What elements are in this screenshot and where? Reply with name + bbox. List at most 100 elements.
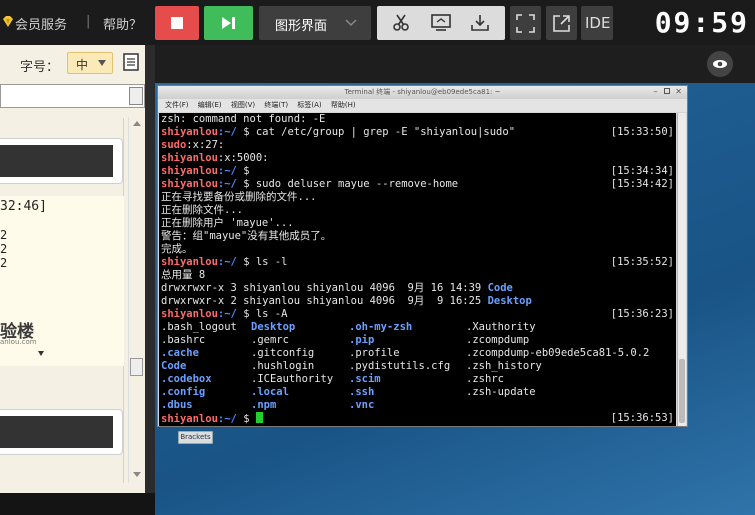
output-text: :x:5000: — [217, 152, 269, 164]
terminal-line: shiyanlou:x:5000: — [159, 152, 676, 165]
directory-name: Code — [487, 282, 513, 294]
terminal-line: 总用量 8 — [159, 269, 676, 282]
ls-row: .cache .gitconfig .profile .zcompdump-eb09e… — [159, 347, 676, 360]
gui-mode-dropdown[interactable]: 图形界面 — [259, 6, 371, 40]
help-link[interactable]: 帮助？ — [103, 14, 142, 33]
panel-divider[interactable] — [145, 45, 155, 493]
output-line-3: 2 — [0, 256, 8, 270]
directory-name: Desktop — [487, 295, 532, 307]
terminal-scrollbar[interactable] — [677, 113, 686, 426]
menu-view[interactable]: 视图(V) — [231, 101, 255, 109]
scroll-down-icon[interactable] — [133, 472, 141, 477]
menu-terminal[interactable]: 终端(T) — [264, 101, 288, 109]
font-size-label: 字号： — [20, 60, 60, 75]
timestamp: [15:35:52] — [610, 256, 674, 268]
terminal-titlebar[interactable]: Terminal 终端 - shiyanlou@eb09ede5ca81: ~ … — [158, 86, 687, 99]
ide-button[interactable]: IDE — [581, 6, 613, 40]
terminal-line: drwxrwxr-x 3 shiyanlou shiyanlou 4096 9月… — [159, 282, 676, 295]
terminal-line: 正在删除用户 'mayue'... — [159, 217, 676, 230]
instruction-panel: 字号： 中 32:46] 2 2 2 验楼 anlou.com — [0, 45, 155, 493]
terminal-scroll-thumb[interactable] — [679, 359, 685, 423]
vip-service-link[interactable]: 会员服务 — [15, 14, 67, 33]
output-text: 警告：组"mayue"没有其他成员了。 — [161, 230, 332, 242]
menu-file[interactable]: 文件(F) — [165, 101, 189, 109]
ls-file: .Xauthority — [466, 321, 536, 333]
menu-help[interactable]: 帮助(H) — [331, 101, 356, 109]
ls-directory: .config — [161, 386, 206, 398]
view-toggle-button[interactable] — [707, 51, 733, 77]
ls-file: .gemrc — [251, 334, 289, 346]
command-input-2[interactable] — [0, 416, 113, 448]
prompt-user: shiyanlou — [161, 178, 218, 190]
output-text: zsh: command not found: -E — [161, 113, 326, 125]
top-toolbar: 会员服务 | 帮助？ 图形界面 IDE 09:59 — [0, 0, 755, 45]
terminal-menubar: 文件(F) 编辑(E) 视图(V) 终端(T) 标签(A) 帮助(H) — [158, 99, 687, 112]
open-new-window-button[interactable] — [546, 6, 577, 40]
select-chevron-icon — [129, 87, 143, 105]
document-icon[interactable] — [123, 53, 139, 71]
font-size-chevron-icon — [98, 60, 106, 66]
prompt-path: :~/ — [217, 256, 237, 268]
separator: | — [86, 14, 91, 29]
prompt-user: shiyanlou — [161, 126, 218, 138]
menu-tabs[interactable]: 标签(A) — [297, 101, 321, 109]
font-size-bar: 字号： 中 — [0, 45, 155, 83]
prompt-path: :~/ — [217, 165, 237, 177]
timestamp: [15:36:23] — [610, 308, 674, 320]
cut-icon[interactable] — [392, 14, 410, 32]
output-text: 正在删除用户 'mayue'... — [161, 217, 294, 229]
panel-scrollbar[interactable] — [128, 117, 144, 483]
ls-file: .zshrc — [466, 373, 504, 385]
command-text: $ ls -A — [236, 308, 288, 320]
ls-file: .ICEauthority — [251, 373, 334, 385]
external-link-icon — [553, 15, 570, 32]
scroll-up-icon[interactable] — [133, 121, 141, 126]
output-line-2: 2 — [0, 242, 8, 256]
maximize-icon[interactable] — [664, 88, 670, 94]
ls-file: .zsh-update — [466, 386, 536, 398]
terminal-title: Terminal 终端 - shiyanlou@eb09ede5ca81: ~ — [344, 88, 501, 96]
select-box[interactable] — [0, 84, 145, 108]
screen-share-icon[interactable] — [431, 14, 451, 32]
font-size-select[interactable]: 中 — [67, 52, 113, 74]
brackets-desktop-icon[interactable]: Brackets — [178, 431, 213, 444]
clipboard-toolbar — [377, 6, 505, 40]
ls-file: .profile — [349, 347, 400, 359]
ls-file: .zsh_history — [466, 360, 542, 372]
current-prompt[interactable]: shiyanlou:~/ $ [15:36:53] — [159, 412, 676, 425]
stop-button[interactable] — [155, 6, 199, 40]
ls-row: Code .hushlogin .pydistutils.cfg .zsh_histo… — [159, 360, 676, 373]
command-text: $ cat /etc/group | grep -E "shiyanlou|su… — [236, 126, 516, 138]
prompt-user: shiyanlou — [161, 165, 218, 177]
countdown-clock: 09:59 — [654, 6, 749, 39]
next-step-button[interactable] — [204, 6, 253, 40]
terminal-output[interactable]: zsh: command not found: -E shiyanlou:~/ $… — [159, 113, 676, 426]
menu-edit[interactable]: 编辑(E) — [198, 101, 222, 109]
terminal-window[interactable]: Terminal 终端 - shiyanlou@eb09ede5ca81: ~ … — [157, 85, 688, 427]
ls-directory: .pip — [349, 334, 375, 346]
timestamp: [15:34:42] — [610, 178, 674, 190]
minimize-icon[interactable]: – — [652, 88, 659, 96]
prompt-path: :~/ — [217, 126, 237, 138]
download-icon[interactable] — [471, 14, 489, 32]
ls-file: .gitconfig — [251, 347, 315, 359]
ls-row: .bash_logout Desktop .oh-my-zsh .Xauthority — [159, 321, 676, 334]
workspace: 会员服务 | 帮助？ 图形界面 IDE 09:59 字号： 中 32:46] 2… — [0, 0, 755, 515]
output-line-1: 2 — [0, 228, 8, 242]
logo-url: anlou.com — [0, 338, 37, 346]
prompt-user: shiyanlou — [161, 256, 218, 268]
fullscreen-button[interactable] — [510, 6, 541, 40]
command-input-1[interactable] — [0, 145, 113, 177]
resize-handle-icon[interactable] — [38, 351, 44, 356]
ls-directory: .ssh — [349, 386, 375, 398]
output-text: 正在寻找要备份或删除的文件... — [161, 191, 317, 203]
output-text: drwxrwxr-x 2 shiyanlou shiyanlou 4096 9月… — [161, 295, 488, 307]
ls-directory: Code — [161, 360, 187, 372]
close-icon[interactable]: ✕ — [675, 87, 682, 97]
scroll-thumb[interactable] — [130, 358, 143, 376]
terminal-line: shiyanlou:~/ $ cat /etc/group | grep -E … — [159, 126, 676, 139]
output-time-fragment: 32:46] — [0, 199, 47, 214]
group-name: sudo — [161, 139, 187, 151]
output-text: :x:27: — [186, 139, 225, 151]
ls-directory: .dbus — [161, 399, 193, 411]
